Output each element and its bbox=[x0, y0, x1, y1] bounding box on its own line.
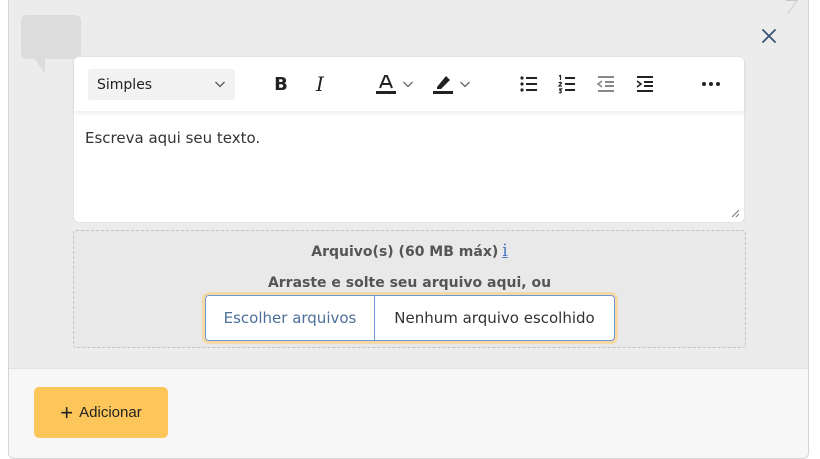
choose-files-button[interactable]: Escolher arquivos bbox=[206, 296, 375, 340]
footer-bar: + Adicionar bbox=[9, 368, 808, 458]
corner-fold bbox=[786, 0, 798, 14]
add-button-label: Adicionar bbox=[79, 404, 142, 421]
more-horizontal-icon bbox=[702, 82, 720, 86]
numbered-list-button[interactable] bbox=[556, 72, 578, 96]
more-options-button[interactable] bbox=[700, 72, 722, 96]
outdent-icon bbox=[596, 76, 614, 92]
comment-panel: Simples B I Escreva aqui seu texto. Arqu… bbox=[8, 0, 809, 459]
bold-icon: B bbox=[274, 73, 288, 95]
text-style-value: Simples bbox=[97, 76, 153, 93]
bold-button[interactable]: B bbox=[271, 72, 291, 96]
chevron-down-icon bbox=[403, 81, 413, 88]
highlight-color-button[interactable] bbox=[431, 72, 455, 96]
file-dropzone[interactable]: Arquivo(s) (60 MB máx) i Arraste e solte … bbox=[73, 230, 746, 348]
file-status: Nenhum arquivo escolhido bbox=[394, 309, 595, 327]
indent-icon bbox=[636, 76, 653, 92]
bullet-list-button[interactable] bbox=[518, 72, 540, 96]
outdent-button[interactable] bbox=[595, 72, 617, 96]
rich-text-editor: Simples B I Escreva aqui seu texto. bbox=[73, 56, 745, 223]
indent-button[interactable] bbox=[634, 72, 656, 96]
close-button[interactable] bbox=[757, 24, 781, 48]
upload-title-text: Arquivo(s) (60 MB máx) bbox=[311, 244, 499, 260]
upload-title: Arquivo(s) (60 MB máx) i bbox=[74, 241, 745, 261]
italic-icon: I bbox=[316, 72, 324, 96]
bullet-list-icon bbox=[520, 76, 537, 92]
chevron-down-icon bbox=[215, 81, 225, 88]
highlight-color-dropdown[interactable] bbox=[458, 72, 472, 96]
italic-button[interactable]: I bbox=[310, 72, 330, 96]
close-icon bbox=[762, 29, 776, 43]
info-icon[interactable]: i bbox=[502, 241, 507, 261]
add-button[interactable]: + Adicionar bbox=[34, 387, 168, 438]
text-color-button[interactable] bbox=[374, 72, 398, 96]
chevron-down-icon bbox=[460, 81, 470, 88]
editor-content[interactable]: Escreva aqui seu texto. bbox=[85, 129, 260, 147]
text-color-icon bbox=[376, 75, 396, 94]
text-style-select[interactable]: Simples bbox=[88, 69, 235, 100]
editor-toolbar: Simples B I bbox=[74, 57, 744, 111]
resize-grip-icon[interactable] bbox=[730, 208, 740, 218]
file-input[interactable]: Escolher arquivos Nenhum arquivo escolhi… bbox=[205, 295, 615, 341]
plus-icon: + bbox=[60, 399, 74, 425]
dropzone-hint: Arraste e solte seu arquivo aqui, ou bbox=[267, 275, 552, 291]
avatar-placeholder-icon bbox=[21, 15, 81, 74]
text-color-dropdown[interactable] bbox=[401, 72, 415, 96]
numbered-list-icon bbox=[557, 74, 575, 94]
highlighter-icon bbox=[433, 76, 453, 94]
